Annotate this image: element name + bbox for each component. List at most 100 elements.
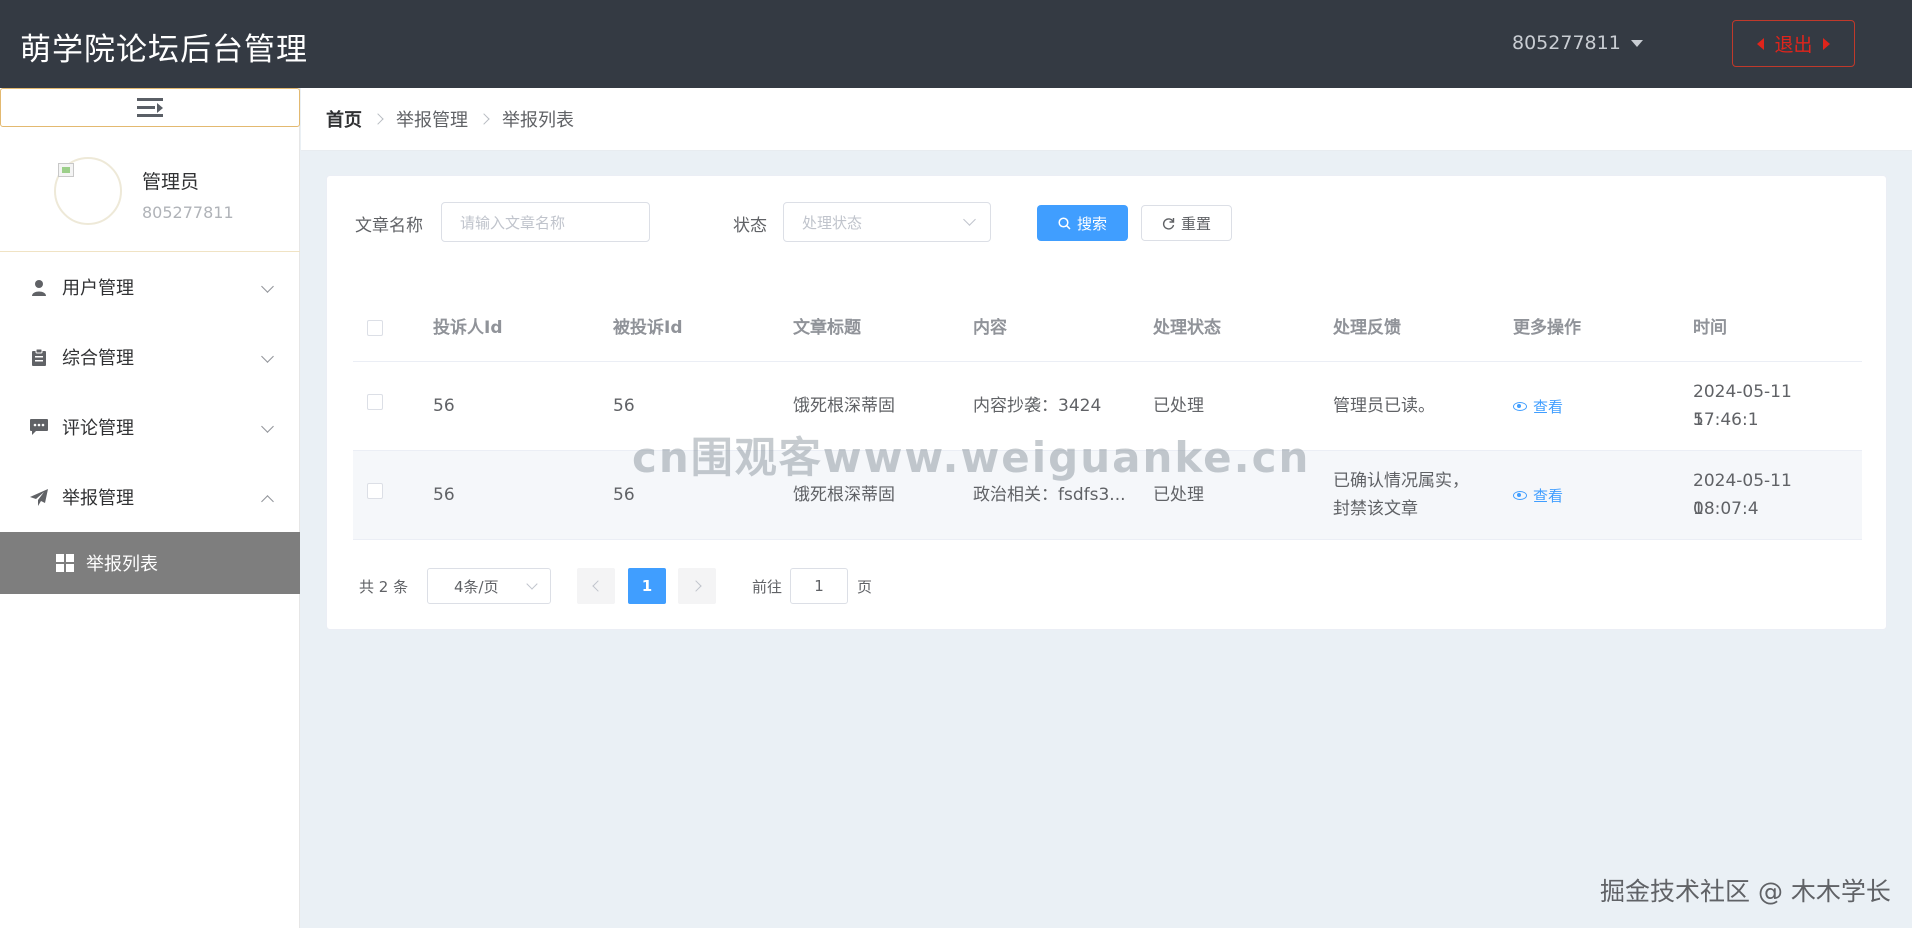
sidebar-item-user-management[interactable]: 用户管理 — [0, 252, 300, 322]
status-placeholder: 处理状态 — [802, 213, 863, 232]
watermark-corner: 掘金技术社区 @ 木木学长 — [1600, 877, 1891, 906]
sidebar-item-label: 用户管理 — [62, 278, 134, 299]
content-cell: 内容抄袭：3424 — [973, 396, 1102, 416]
report-table: 投诉人Id 被投诉Id 文章标题 内容 处理状态 处理反馈 更多操作 时间 56… — [353, 294, 1862, 540]
accused-id-cell: 56 — [613, 485, 635, 505]
sidebar-collapse-button[interactable] — [0, 88, 300, 127]
eye-icon — [1513, 402, 1527, 411]
breadcrumb-report-management: 举报管理 — [396, 110, 468, 131]
table-header-row: 投诉人Id 被投诉Id 文章标题 内容 处理状态 处理反馈 更多操作 时间 — [353, 294, 1862, 362]
page-number-button[interactable]: 1 — [628, 568, 666, 604]
next-page-button[interactable] — [678, 568, 716, 604]
breadcrumb: 首页 举报管理 举报列表 — [301, 88, 1912, 151]
comment-icon — [30, 418, 48, 436]
sidebar: 管理员 805277811 用户管理 综合管理 评论管理 举报管理 举报列表 — [0, 88, 300, 928]
sidebar-item-report-management[interactable]: 举报管理 — [0, 462, 300, 532]
feedback-cell: 管理员已读。 — [1333, 396, 1435, 416]
chevron-up-icon — [261, 495, 274, 508]
breadcrumb-home[interactable]: 首页 — [326, 106, 362, 132]
sidebar-item-general-management[interactable]: 综合管理 — [0, 322, 300, 392]
chevron-right-icon — [478, 113, 490, 125]
broken-image-icon — [58, 163, 74, 177]
time-cell-line-2: 5 — [1693, 410, 1704, 430]
view-link[interactable]: 查看 — [1513, 396, 1563, 417]
status-cell: 已处理 — [1153, 396, 1204, 416]
feedback-cell-line-2: 封禁该文章 — [1333, 499, 1418, 519]
profile-role: 管理员 — [142, 171, 200, 193]
chevron-right-icon — [372, 113, 384, 125]
accused-id-cell: 56 — [613, 396, 635, 416]
column-header: 文章标题 — [793, 318, 861, 338]
search-icon — [1058, 216, 1071, 230]
chevron-down-icon — [261, 280, 274, 293]
app-title: 萌学院论坛后台管理 — [20, 32, 308, 68]
page-size-select[interactable]: 4条/页 — [427, 568, 551, 604]
chevron-down-icon — [261, 420, 274, 433]
chevron-down-icon — [963, 213, 976, 226]
column-header: 处理反馈 — [1333, 318, 1401, 338]
user-dropdown[interactable]: 805277811 — [1512, 32, 1643, 54]
avatar — [54, 157, 122, 225]
row-checkbox[interactable] — [367, 483, 383, 499]
chevron-down-icon — [261, 350, 274, 363]
sidebar-item-label: 综合管理 — [62, 348, 134, 369]
menu-fold-icon — [137, 97, 163, 118]
sidebar-item-label: 举报管理 — [62, 488, 134, 509]
watermark-center: cn围观客www.weiguanke.cn — [632, 433, 1311, 482]
page-size-value: 4条/页 — [454, 577, 499, 596]
status-select[interactable]: 处理状态 — [783, 202, 991, 242]
time-cell-line-1: 2024-05-11 17:46:1 — [1693, 382, 1792, 430]
article-title-input[interactable]: 请输入文章名称 — [441, 202, 650, 242]
article-title-label: 文章名称 — [355, 216, 423, 236]
select-all-checkbox[interactable] — [367, 320, 383, 336]
breadcrumb-report-list: 举报列表 — [502, 110, 574, 131]
sidebar-subitem-label: 举报列表 — [86, 554, 158, 575]
search-button[interactable]: 搜索 — [1037, 205, 1128, 241]
send-icon — [30, 488, 48, 506]
view-link-label: 查看 — [1533, 398, 1564, 416]
pagination-total: 共 2 条 — [359, 578, 409, 596]
column-header: 内容 — [973, 318, 1007, 338]
complainant-id-cell: 56 — [433, 396, 455, 416]
view-link-label: 查看 — [1533, 487, 1564, 505]
column-header: 更多操作 — [1513, 318, 1581, 338]
page-suffix-label: 页 — [857, 578, 873, 596]
chevron-down-icon — [526, 578, 538, 590]
column-header: 时间 — [1693, 318, 1727, 338]
article-title-placeholder: 请输入文章名称 — [460, 213, 566, 232]
pagination: 共 2 条 4条/页 1 前往 1 页 — [359, 568, 1059, 604]
reset-button[interactable]: 重置 — [1141, 205, 1232, 241]
username: 805277811 — [1512, 32, 1621, 54]
top-header: 萌学院论坛后台管理 805277811 退出 — [0, 0, 1912, 88]
eye-icon — [1513, 491, 1527, 500]
article-title-cell: 饿死根深蒂固 — [793, 485, 895, 505]
sidebar-subitem-report-list[interactable]: 举报列表 — [0, 532, 300, 594]
clipboard-icon — [30, 348, 48, 366]
column-header: 投诉人Id — [433, 318, 503, 338]
time-cell-line-1: 2024-05-11 18:07:4 — [1693, 471, 1792, 519]
grid-icon — [56, 554, 74, 572]
logout-button[interactable]: 退出 — [1732, 20, 1855, 67]
profile-id: 805277811 — [142, 203, 234, 222]
sidebar-item-label: 评论管理 — [62, 418, 134, 439]
profile-card: 管理员 805277811 — [0, 127, 300, 252]
reset-button-label: 重置 — [1180, 214, 1211, 233]
column-header: 处理状态 — [1153, 318, 1221, 338]
sidebar-item-comment-management[interactable]: 评论管理 — [0, 392, 300, 462]
chevron-left-icon — [591, 580, 604, 592]
prev-page-button[interactable] — [577, 568, 615, 604]
status-label: 状态 — [733, 216, 767, 236]
caret-down-icon — [1630, 39, 1643, 47]
goto-page-input[interactable]: 1 — [790, 568, 848, 604]
refresh-icon — [1162, 217, 1175, 230]
sidebar-menu: 用户管理 综合管理 评论管理 举报管理 举报列表 — [0, 252, 300, 594]
column-header: 被投诉Id — [613, 318, 683, 338]
view-link[interactable]: 查看 — [1513, 485, 1563, 506]
content-cell: 政治相关：fsdfs3... — [973, 485, 1126, 505]
article-title-cell: 饿死根深蒂固 — [793, 396, 895, 416]
status-cell: 已处理 — [1153, 485, 1204, 505]
time-cell-line-2: 0 — [1693, 499, 1704, 519]
row-checkbox[interactable] — [367, 394, 383, 410]
caret-right-icon — [1822, 37, 1830, 50]
complainant-id-cell: 56 — [433, 485, 455, 505]
